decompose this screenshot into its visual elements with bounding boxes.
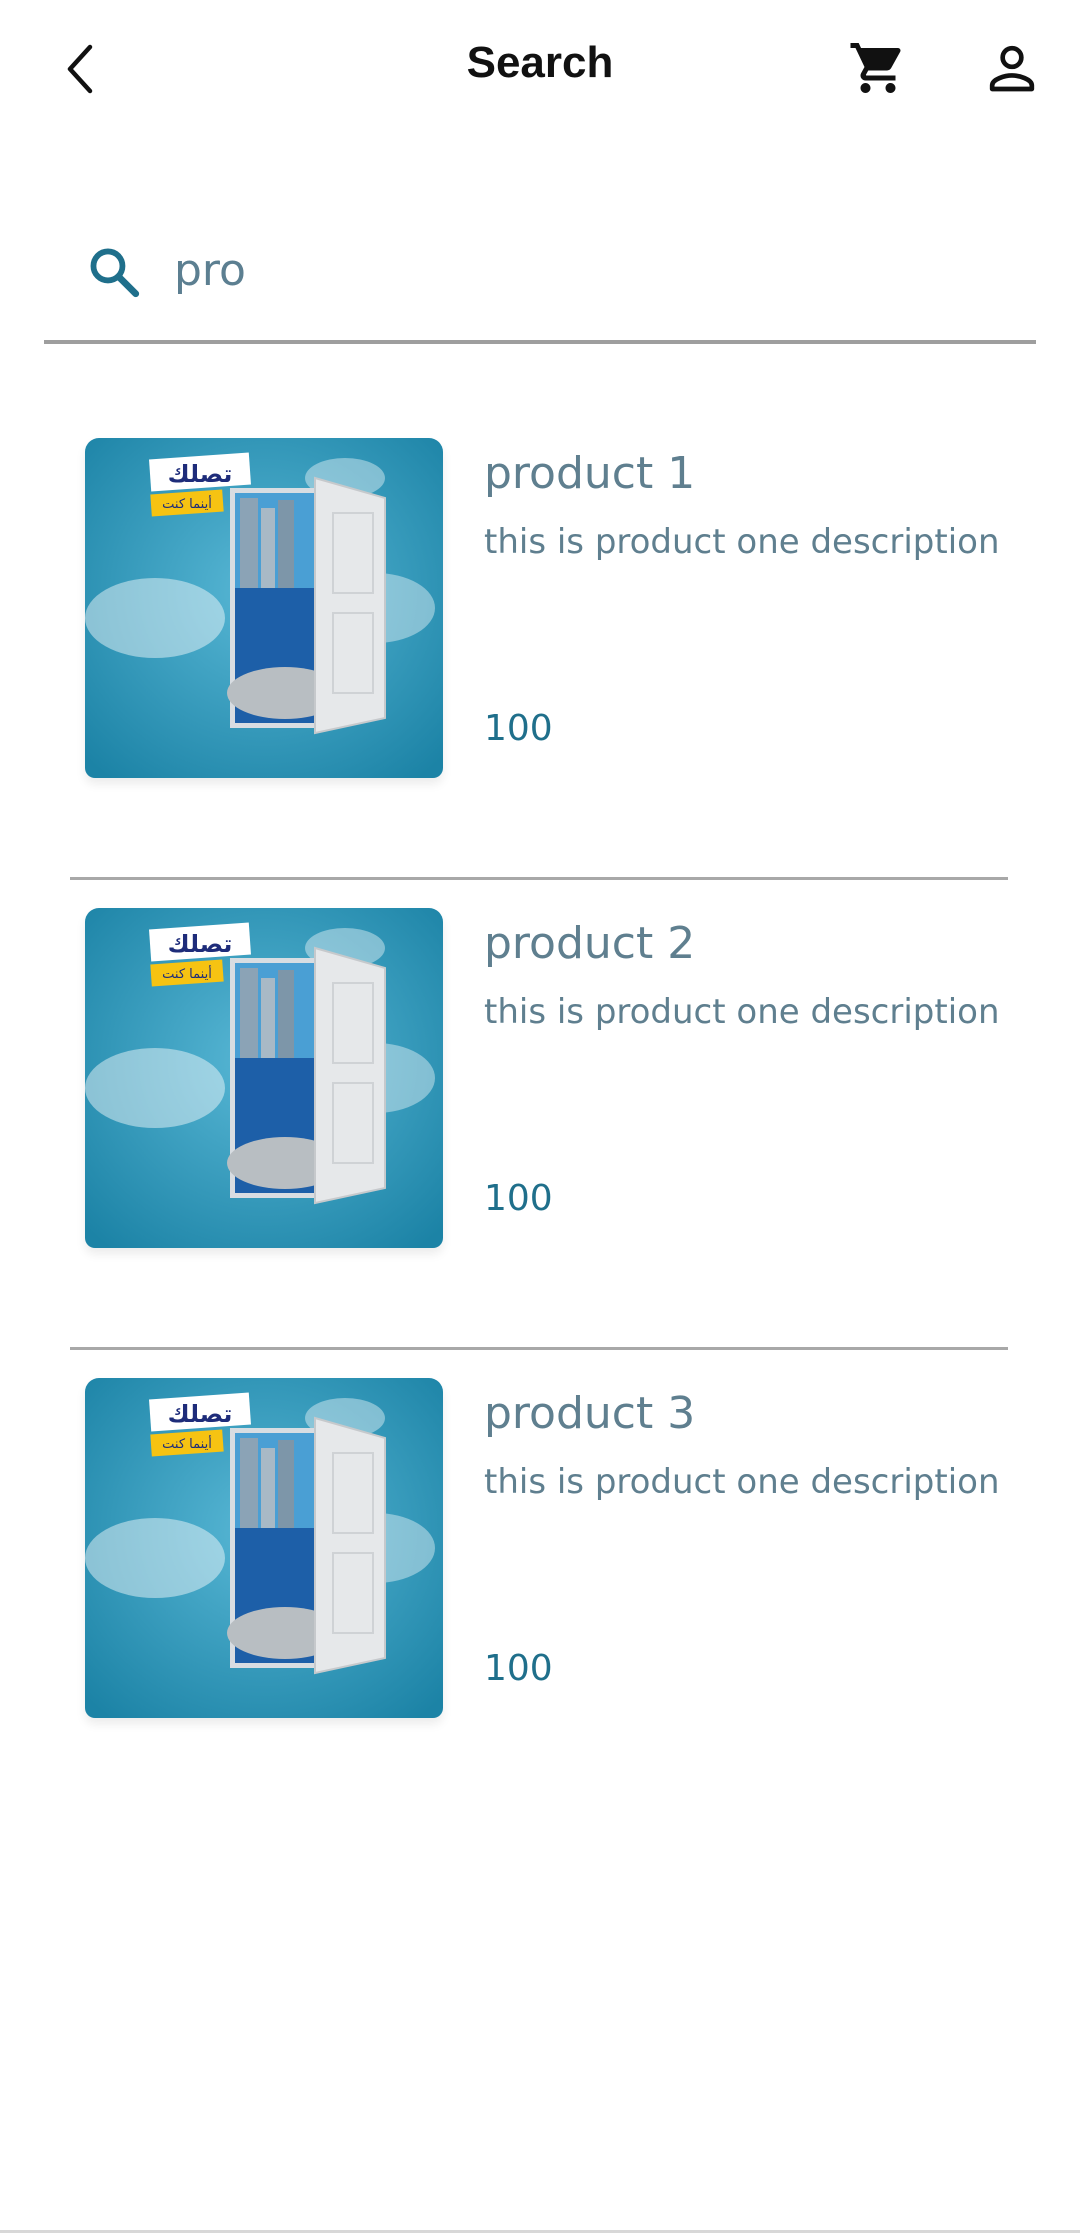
image-subtitle-text: أينما كنت bbox=[162, 495, 212, 512]
product-description: this is product one description bbox=[484, 522, 1000, 562]
product-price: 100 bbox=[484, 1648, 553, 1689]
product-image: تصلك أينما كنت bbox=[85, 1378, 443, 1718]
image-subtitle-text: أينما كنت bbox=[162, 965, 212, 982]
image-title-text: تصلك bbox=[168, 460, 233, 488]
app-header: Search bbox=[0, 0, 1080, 140]
product-price: 100 bbox=[484, 1178, 553, 1219]
page-title: Search bbox=[466, 38, 614, 87]
search-bar bbox=[44, 214, 1036, 344]
product-price: 100 bbox=[484, 708, 553, 749]
cart-button[interactable] bbox=[846, 36, 910, 100]
image-title-text: تصلك bbox=[168, 930, 233, 958]
product-image: تصلك أينما كنت bbox=[85, 438, 443, 778]
image-title-text: تصلك bbox=[168, 1400, 233, 1428]
product-name: product 1 bbox=[484, 448, 696, 499]
search-icon[interactable] bbox=[82, 240, 146, 304]
product-description: this is product one description bbox=[484, 992, 1000, 1032]
search-input[interactable] bbox=[174, 234, 994, 306]
profile-button[interactable] bbox=[980, 36, 1044, 100]
image-subtitle-text: أينما كنت bbox=[162, 1435, 212, 1452]
product-item[interactable]: تصلك أينما كنت product 3 this is product… bbox=[0, 1350, 1080, 1820]
product-image: تصلك أينما كنت bbox=[85, 908, 443, 1248]
product-name: product 3 bbox=[484, 1388, 696, 1439]
shopping-cart-icon bbox=[850, 43, 901, 93]
product-name: product 2 bbox=[484, 918, 696, 969]
product-item[interactable]: تصلك أينما كنت product 1 this is product… bbox=[0, 410, 1080, 880]
product-list: تصلك أينما كنت product 1 this is product… bbox=[0, 410, 1080, 1820]
person-icon bbox=[989, 45, 1035, 92]
product-item[interactable]: تصلك أينما كنت product 2 this is product… bbox=[0, 880, 1080, 1350]
product-description: this is product one description bbox=[484, 1462, 1000, 1502]
